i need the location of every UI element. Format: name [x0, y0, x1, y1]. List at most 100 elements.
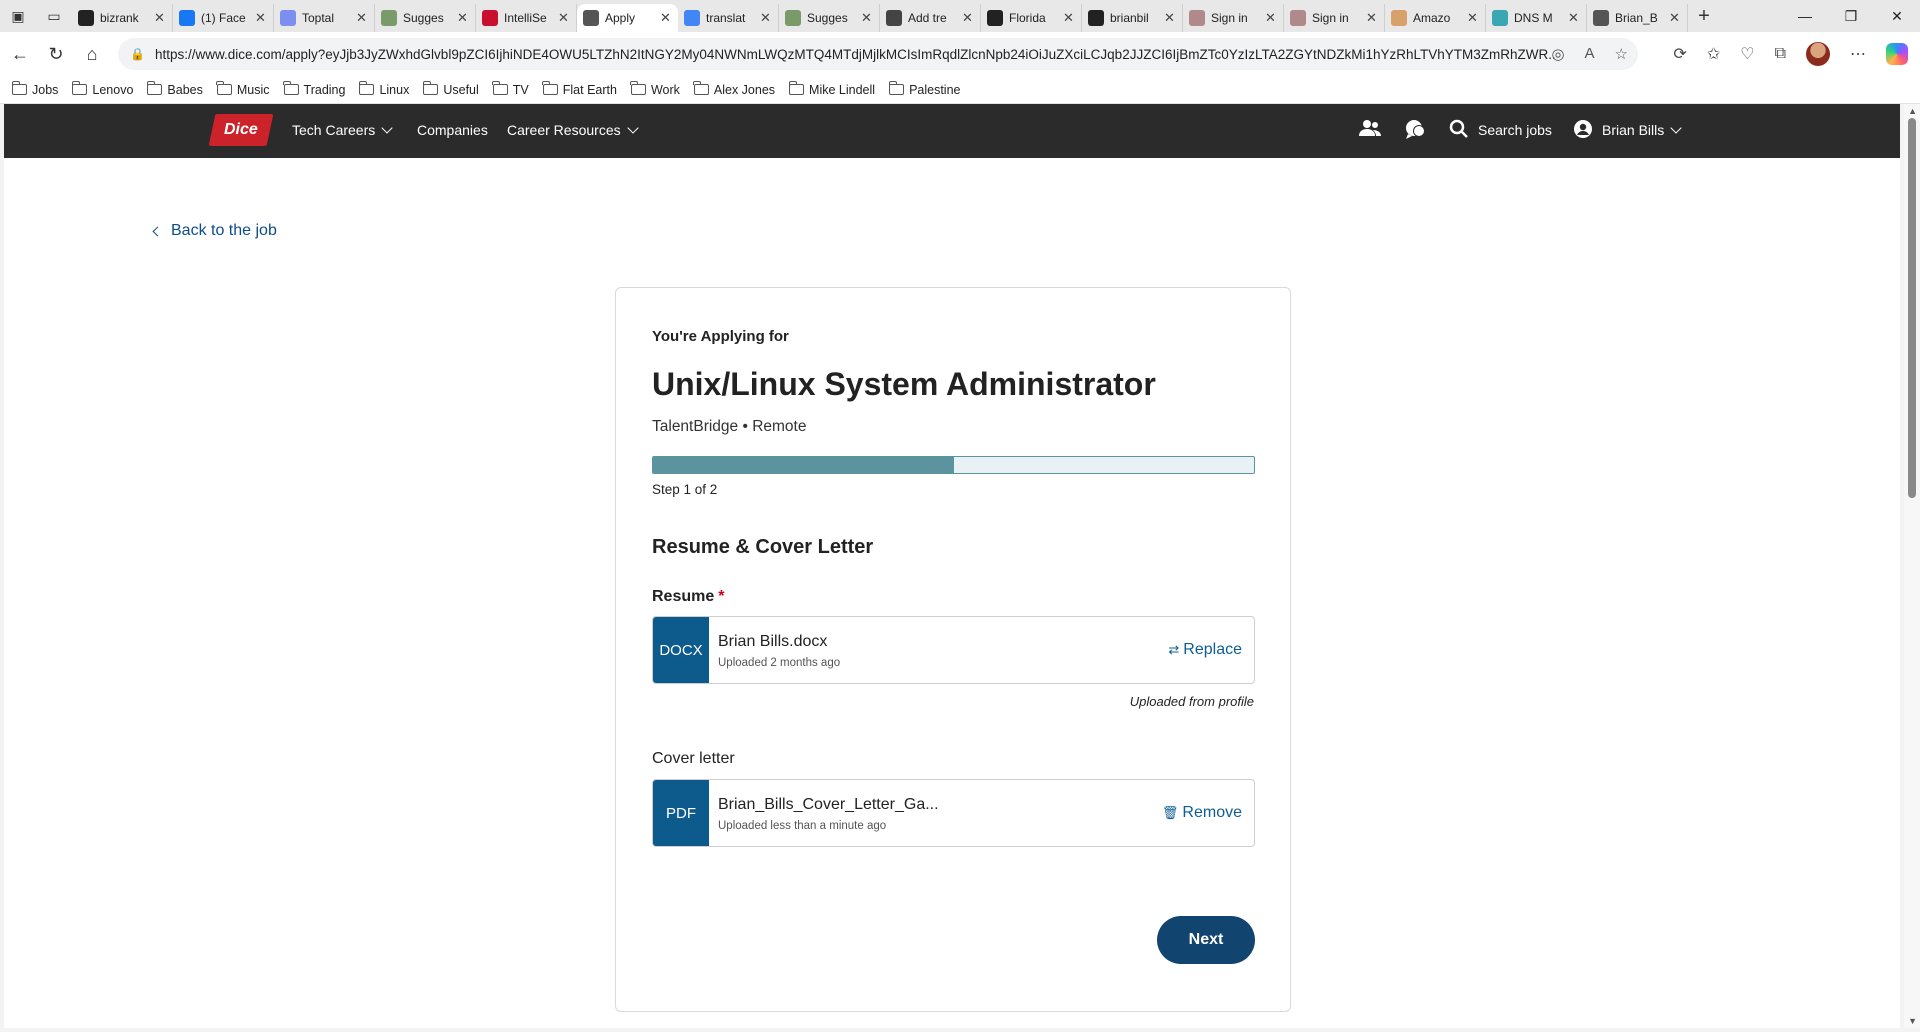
- close-tab-icon[interactable]: ✕: [1063, 10, 1075, 26]
- tab-actions-icon[interactable]: ▭: [36, 0, 72, 32]
- bookmark-folder[interactable]: Linux: [358, 81, 410, 97]
- next-button[interactable]: Next: [1157, 916, 1255, 964]
- page-scrollbar[interactable]: ▲ ▼: [1904, 104, 1920, 1028]
- bookmark-folder[interactable]: Alex Jones: [693, 81, 775, 97]
- browser-tab[interactable]: Sign in ✕: [1284, 4, 1385, 32]
- user-menu[interactable]: Brian Bills: [1602, 121, 1682, 138]
- minimize-button[interactable]: —: [1782, 0, 1828, 32]
- chat-icon[interactable]: [1404, 118, 1426, 146]
- close-window-button[interactable]: ✕: [1874, 0, 1920, 32]
- restore-button[interactable]: ❐: [1828, 0, 1874, 32]
- nav-companies[interactable]: Companies: [417, 122, 488, 138]
- dice-logo-text: Dice: [224, 121, 258, 138]
- browser-tab[interactable]: (1) Face ✕: [173, 4, 274, 32]
- browser-tab[interactable]: Apply ✕: [577, 4, 678, 32]
- scroll-thumb[interactable]: [1908, 118, 1916, 498]
- more-menu-icon[interactable]: ⋯: [1850, 44, 1866, 64]
- close-tab-icon[interactable]: ✕: [255, 10, 267, 26]
- tracking-prevention-icon[interactable]: ◎: [1551, 45, 1564, 63]
- close-tab-icon[interactable]: ✕: [558, 10, 570, 26]
- browser-tab-label: Florida: [1009, 11, 1046, 25]
- bookmark-label: Babes: [167, 82, 203, 97]
- replace-resume-button[interactable]: ⇄ Replace: [1168, 641, 1242, 659]
- bookmark-folder[interactable]: Work: [630, 81, 680, 97]
- extensions-icon[interactable]: ⟳: [1673, 44, 1686, 64]
- close-tab-icon[interactable]: ✕: [962, 10, 974, 26]
- people-icon[interactable]: [1359, 118, 1381, 144]
- home-icon[interactable]: ⌂: [74, 36, 110, 72]
- nav-career-resources-label: Career Resources: [507, 122, 621, 138]
- nav-tech-careers[interactable]: Tech Careers: [292, 121, 393, 138]
- bookmark-folder[interactable]: Babes: [146, 81, 203, 97]
- user-avatar-icon[interactable]: [1573, 119, 1593, 145]
- favorites-icon[interactable]: ✩: [1707, 44, 1720, 64]
- bookmark-label: Linux: [379, 82, 410, 97]
- close-tab-icon[interactable]: ✕: [356, 10, 368, 26]
- browser-tab[interactable]: Sign in ✕: [1183, 4, 1284, 32]
- close-tab-icon[interactable]: ✕: [457, 10, 469, 26]
- close-tab-icon[interactable]: ✕: [1669, 10, 1681, 26]
- dice-logo[interactable]: Dice: [208, 114, 274, 146]
- resume-label: Resume *: [652, 588, 724, 606]
- bookmark-folder[interactable]: Flat Earth: [542, 81, 617, 97]
- browser-tab[interactable]: Sugges ✕: [375, 4, 476, 32]
- browser-tab[interactable]: Brian_B ✕: [1587, 4, 1688, 32]
- browser-tab[interactable]: IntelliSe ✕: [476, 4, 577, 32]
- bookmark-folder[interactable]: Trading: [283, 81, 345, 97]
- step-indicator: Step 1 of 2: [652, 482, 718, 497]
- new-tab-button[interactable]: +: [1688, 2, 1720, 30]
- bookmark-folder[interactable]: TV: [492, 81, 529, 97]
- close-tab-icon[interactable]: ✕: [660, 10, 672, 26]
- search-icon[interactable]: [1449, 119, 1469, 145]
- browser-tab[interactable]: Toptal ✕: [274, 4, 375, 32]
- bookmark-folder[interactable]: Jobs: [11, 81, 58, 97]
- close-tab-icon[interactable]: ✕: [1467, 10, 1479, 26]
- profile-avatar[interactable]: [1806, 42, 1830, 66]
- globe-icon: [583, 10, 599, 26]
- bookmark-label: Lenovo: [92, 82, 134, 97]
- bookmark-folder[interactable]: Palestine: [888, 81, 961, 97]
- close-tab-icon[interactable]: ✕: [1568, 10, 1580, 26]
- back-arrow-icon[interactable]: ←: [2, 36, 38, 72]
- back-to-job-link[interactable]: Back to the job: [152, 222, 277, 240]
- scroll-down-icon[interactable]: ▼: [1908, 1016, 1917, 1026]
- resume-file-card: DOCX Brian Bills.docx Uploaded 2 months …: [652, 616, 1255, 684]
- workspaces-icon[interactable]: ▣: [0, 0, 36, 32]
- scroll-up-icon[interactable]: ▲: [1908, 106, 1917, 116]
- browser-tab[interactable]: translat ✕: [678, 4, 779, 32]
- health-icon[interactable]: ♡: [1740, 44, 1754, 64]
- browser-tab[interactable]: bizrank ✕: [72, 4, 173, 32]
- favorite-star-icon[interactable]: ☆: [1615, 45, 1628, 63]
- search-jobs-link[interactable]: Search jobs: [1478, 122, 1552, 138]
- nav-career-resources[interactable]: Career Resources: [507, 121, 639, 138]
- close-tab-icon[interactable]: ✕: [1265, 10, 1277, 26]
- browser-tab[interactable]: Amazo ✕: [1385, 4, 1486, 32]
- folder-icon: [693, 81, 709, 95]
- copilot-icon[interactable]: [1886, 43, 1908, 65]
- bookmark-folder[interactable]: Music: [216, 81, 270, 97]
- close-tab-icon[interactable]: ✕: [760, 10, 772, 26]
- browser-tab[interactable]: Florida ✕: [981, 4, 1082, 32]
- url-field[interactable]: 🔒 https://www.dice.com/apply?eyJjb3JyZWx…: [118, 38, 1638, 70]
- browser-tab[interactable]: DNS M ✕: [1486, 4, 1587, 32]
- browser-tab[interactable]: Add tre ✕: [880, 4, 981, 32]
- bookmark-folder[interactable]: Mike Lindell: [788, 81, 875, 97]
- browser-tab[interactable]: Sugges ✕: [779, 4, 880, 32]
- read-aloud-icon[interactable]: A: [1585, 45, 1595, 63]
- close-tab-icon[interactable]: ✕: [154, 10, 166, 26]
- bookmark-folder[interactable]: Lenovo: [71, 81, 134, 97]
- close-tab-icon[interactable]: ✕: [1164, 10, 1176, 26]
- lock-icon[interactable]: 🔒: [130, 47, 145, 61]
- bookmark-folder[interactable]: Useful: [422, 81, 479, 97]
- browser-tab-label: IntelliSe: [504, 11, 547, 25]
- tab-strip: bizrank ✕ (1) Face ✕ Toptal ✕ Sugges ✕ IntelliSe…: [72, 0, 1688, 32]
- collections-icon[interactable]: ⧉: [1775, 45, 1786, 63]
- search-jobs-label: Search jobs: [1478, 122, 1552, 138]
- browser-tab[interactable]: brianbil ✕: [1082, 4, 1183, 32]
- browser-tab-label: Sugges: [807, 11, 848, 25]
- close-tab-icon[interactable]: ✕: [1366, 10, 1378, 26]
- close-tab-icon[interactable]: ✕: [861, 10, 873, 26]
- refresh-icon[interactable]: ↻: [38, 36, 74, 72]
- cover-letter-file-card: PDF Brian_Bills_Cover_Letter_Ga... Uploa…: [652, 779, 1255, 847]
- remove-cover-letter-button[interactable]: 🗑 Remove: [1162, 804, 1242, 822]
